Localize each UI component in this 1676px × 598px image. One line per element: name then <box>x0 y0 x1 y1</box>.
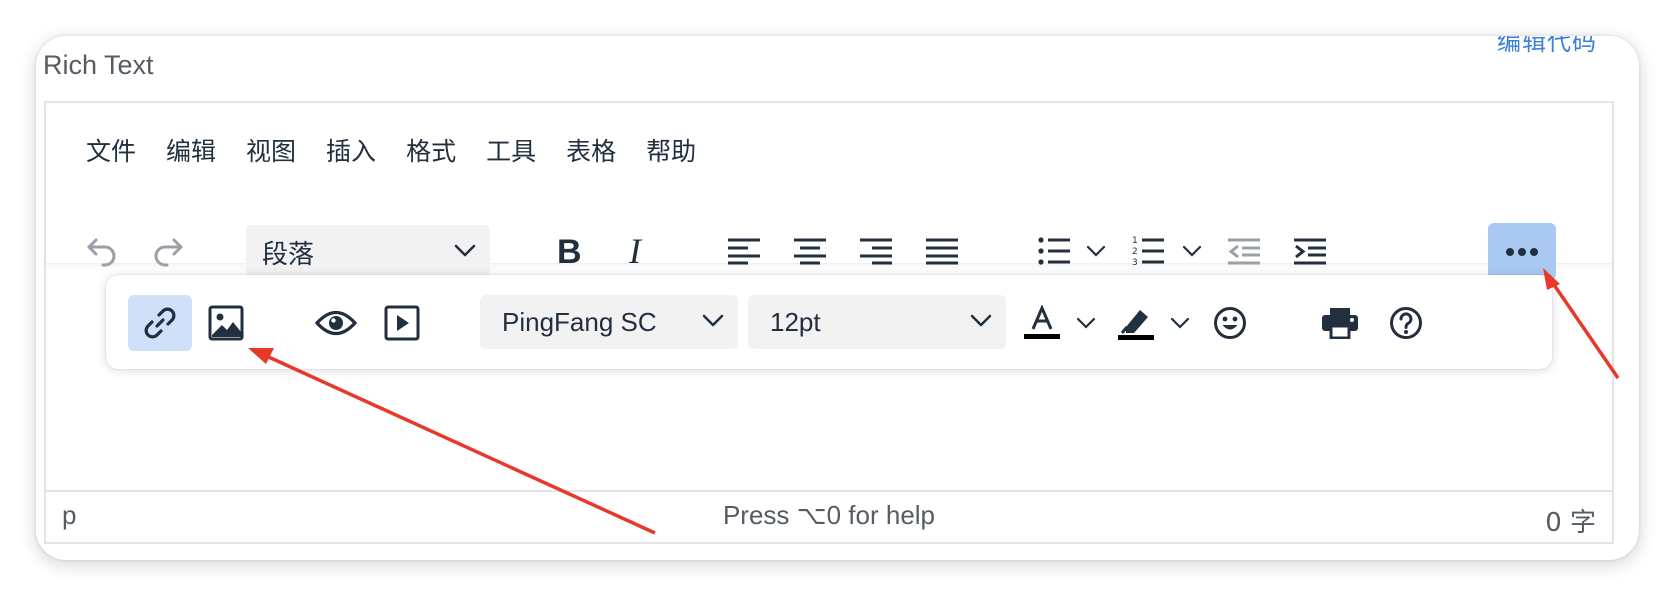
menu-edit[interactable]: 编辑 <box>166 132 216 168</box>
rich-text-editor: 文件 编辑 视图 插入 格式 工具 表格 帮助 段落 B I 1 2 3 Pin… <box>44 101 1614 544</box>
svg-text:1: 1 <box>1132 236 1138 246</box>
text-color-icon <box>1024 305 1060 339</box>
media-button[interactable] <box>370 295 434 351</box>
redo-button[interactable] <box>142 223 194 279</box>
block-format-select[interactable]: 段落 <box>246 225 490 279</box>
svg-text:3: 3 <box>1132 258 1138 267</box>
editor-header: 文件 编辑 视图 插入 格式 工具 表格 帮助 段落 B I 1 2 3 <box>46 103 1612 280</box>
highlight-options[interactable] <box>1166 295 1194 351</box>
preview-button[interactable] <box>304 295 368 351</box>
italic-button[interactable]: I <box>612 223 664 279</box>
numbered-list-icon: 123 <box>1132 236 1164 267</box>
help-hint: Press ⌥0 for help <box>722 500 936 530</box>
undo-button[interactable] <box>76 223 128 279</box>
highlight-button[interactable] <box>1110 295 1162 351</box>
font-size-value: 12pt <box>770 306 821 337</box>
bullet-list-options[interactable] <box>1082 223 1110 279</box>
menu-insert[interactable]: 插入 <box>326 132 376 168</box>
menu-file[interactable]: 文件 <box>86 132 136 168</box>
overflow-toolbar: PingFang SC 12pt <box>106 275 1552 369</box>
indent-button[interactable] <box>1284 223 1336 279</box>
image-icon <box>208 305 244 341</box>
more-icon <box>1506 247 1538 256</box>
italic-icon: I <box>628 234 643 268</box>
chevron-down-icon <box>970 314 992 327</box>
chevron-down-icon <box>454 244 476 257</box>
statusbar: p Press ⌥0 for help 0 字 <box>46 490 1612 542</box>
editor-card: 编辑代码 Rich Text 文件 编辑 视图 插入 格式 工具 表格 帮助 段… <box>36 36 1639 560</box>
chevron-down-icon <box>1086 245 1106 257</box>
text-color-options[interactable] <box>1072 295 1100 351</box>
print-button[interactable] <box>1314 295 1366 351</box>
media-icon <box>384 305 420 341</box>
font-size-select[interactable]: 12pt <box>748 295 1006 349</box>
menu-format[interactable]: 格式 <box>406 132 456 168</box>
bullet-list-icon <box>1038 237 1070 265</box>
text-color-button[interactable] <box>1016 295 1068 351</box>
numbered-list-button[interactable]: 123 <box>1122 223 1174 279</box>
outdent-icon <box>1228 238 1260 265</box>
image-button[interactable] <box>194 295 258 351</box>
chevron-down-icon <box>1182 245 1202 257</box>
outdent-button[interactable] <box>1218 223 1270 279</box>
more-button[interactable] <box>1488 223 1556 280</box>
align-left-button[interactable] <box>718 223 770 279</box>
justify-button[interactable] <box>916 223 968 279</box>
bold-icon: B <box>557 234 582 268</box>
svg-text:2: 2 <box>1132 247 1138 257</box>
menu-table[interactable]: 表格 <box>566 132 616 168</box>
preview-icon <box>315 310 357 336</box>
field-label: Rich Text <box>43 50 154 80</box>
menu-tools[interactable]: 工具 <box>486 132 536 168</box>
highlight-icon <box>1118 310 1154 340</box>
font-family-value: PingFang SC <box>502 306 657 337</box>
word-count[interactable]: 0 字 <box>1545 502 1596 539</box>
redo-icon <box>154 238 183 267</box>
emoji-button[interactable] <box>1204 295 1256 351</box>
align-center-icon <box>794 238 826 265</box>
bold-button[interactable]: B <box>544 223 596 279</box>
link-icon <box>144 307 176 339</box>
font-family-select[interactable]: PingFang SC <box>480 295 738 349</box>
emoji-icon <box>1214 307 1246 339</box>
svg-text:I: I <box>628 234 643 268</box>
link-button[interactable] <box>128 295 192 351</box>
print-icon <box>1322 308 1358 339</box>
chevron-down-icon <box>1170 317 1190 329</box>
menu-help[interactable]: 帮助 <box>646 132 696 168</box>
numbered-list-options[interactable] <box>1178 223 1206 279</box>
help-icon <box>1390 307 1422 339</box>
svg-text:B: B <box>557 234 582 268</box>
edit-code-link[interactable]: 编辑代码 <box>1497 36 1597 57</box>
indent-icon <box>1294 238 1326 265</box>
menu-view[interactable]: 视图 <box>246 132 296 168</box>
bullet-list-button[interactable] <box>1028 223 1080 279</box>
align-right-icon <box>860 238 892 265</box>
chevron-down-icon <box>702 314 724 327</box>
undo-icon <box>87 238 116 267</box>
justify-icon <box>926 238 958 265</box>
align-left-icon <box>728 238 760 265</box>
block-format-value: 段落 <box>262 239 315 270</box>
align-center-button[interactable] <box>784 223 836 279</box>
chevron-down-icon <box>1076 317 1096 329</box>
menubar: 文件 编辑 视图 插入 格式 工具 表格 帮助 <box>86 132 726 168</box>
help-button[interactable] <box>1380 295 1432 351</box>
align-right-button[interactable] <box>850 223 902 279</box>
